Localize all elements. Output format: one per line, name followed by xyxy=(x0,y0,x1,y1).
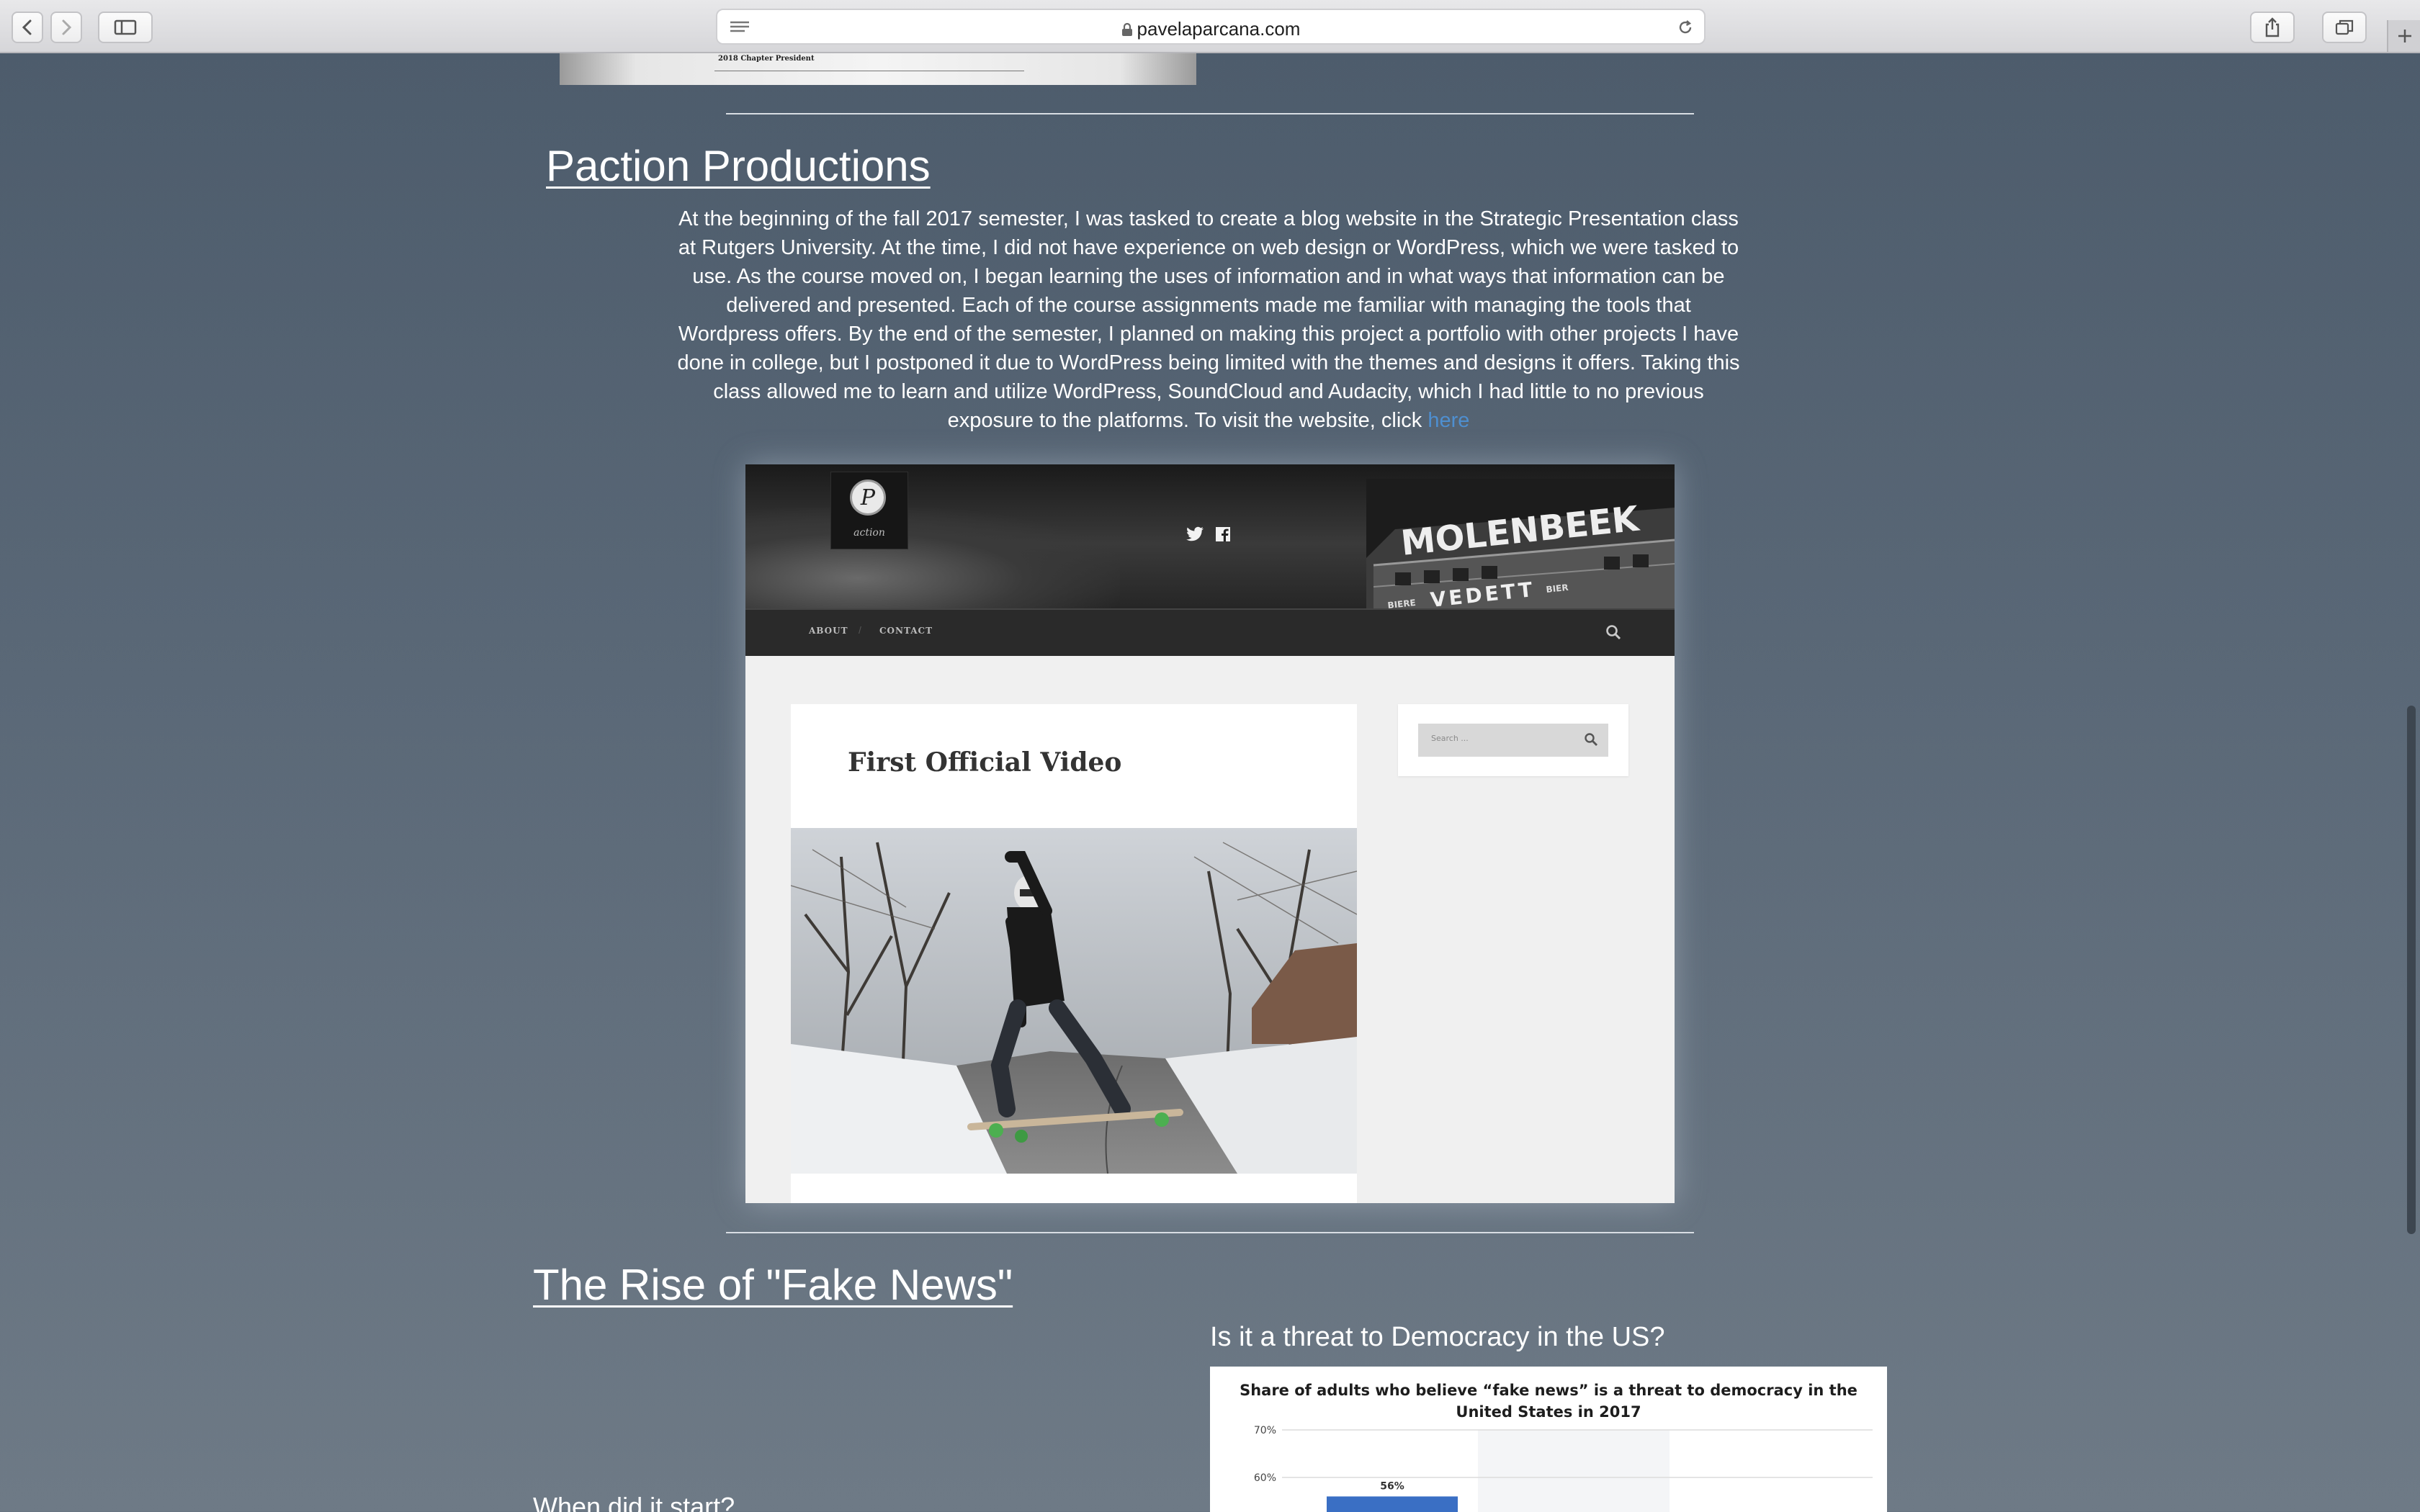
new-tab-button[interactable] xyxy=(2387,20,2420,52)
web-page: 2018 Chapter President Paction Productio… xyxy=(0,53,2420,1512)
post-card: First Official Video xyxy=(791,704,1357,1203)
chart-plot: 70% 60% 56% xyxy=(1254,1425,1873,1512)
fake-news-chart: Share of adults who believe “fake news” … xyxy=(1210,1367,1887,1512)
nav-separator: / xyxy=(859,624,861,636)
when-did-it-start-heading: When did it start? xyxy=(533,1492,735,1512)
chart-column-shade xyxy=(1478,1430,1670,1512)
section-title-paction[interactable]: Paction Productions xyxy=(546,141,931,191)
nav-about[interactable]: ABOUT xyxy=(809,626,848,636)
lock-icon xyxy=(1121,19,1133,42)
tabs-icon xyxy=(2335,19,2354,35)
search-placeholder: Search ... xyxy=(1431,734,1469,743)
sidebar-search-widget: Search ... xyxy=(1398,704,1628,776)
blog-screenshot: P action MOLENBEEK VEDETT BIER BIERE ABO… xyxy=(745,464,1675,1203)
reload-icon[interactable] xyxy=(1677,19,1694,36)
forward-button[interactable] xyxy=(50,12,82,43)
blog-logo: P action xyxy=(830,472,908,549)
plus-icon xyxy=(2398,30,2411,42)
search-icon[interactable] xyxy=(1584,732,1598,747)
chevron-right-icon xyxy=(62,19,72,35)
certificate-caption: 2018 Chapter President xyxy=(718,55,815,63)
facebook-icon[interactable] xyxy=(1215,526,1231,542)
chart-y-tick-label: 60% xyxy=(1254,1472,1276,1484)
section-title-fake-news[interactable]: The Rise of "Fake News" xyxy=(533,1260,1013,1310)
page-scrollbar[interactable] xyxy=(2407,706,2416,1234)
section-divider xyxy=(726,113,1694,114)
url-label: pavelaparcana.com xyxy=(1137,18,1301,40)
section-description: At the beginning of the fall 2017 semest… xyxy=(676,204,1742,435)
post-video-thumbnail[interactable] xyxy=(791,828,1357,1174)
share-icon xyxy=(2265,17,2280,37)
chart-question-heading: Is it a threat to Democracy in the US? xyxy=(1210,1322,1665,1352)
chevron-left-icon xyxy=(22,19,32,35)
sidebar-toggle-button[interactable] xyxy=(98,12,153,43)
sidebar-icon xyxy=(114,19,137,35)
show-tabs-button[interactable] xyxy=(2322,12,2367,43)
nav-contact[interactable]: CONTACT xyxy=(879,626,933,636)
visit-website-link[interactable]: here xyxy=(1428,409,1469,432)
search-icon[interactable] xyxy=(1605,624,1621,640)
blog-header: P action MOLENBEEK VEDETT BIER BIERE xyxy=(745,464,1675,608)
chart-data-label: 56% xyxy=(1380,1480,1404,1492)
blog-nav-bar: ABOUT / CONTACT xyxy=(745,608,1675,656)
logo-emblem: P xyxy=(850,480,886,516)
browser-toolbar: pavelaparcana.com xyxy=(0,0,2420,53)
chart-bar xyxy=(1327,1496,1458,1512)
url-text: pavelaparcana.com xyxy=(717,18,1704,42)
twitter-icon[interactable] xyxy=(1186,526,1205,542)
header-building-photo: MOLENBEEK VEDETT BIER BIERE xyxy=(1366,479,1675,608)
logo-wordmark: action xyxy=(853,527,885,539)
sidebar-search-field[interactable]: Search ... xyxy=(1418,724,1608,757)
section-divider xyxy=(726,1232,1694,1233)
post-title[interactable]: First Official Video xyxy=(848,747,1121,778)
social-icons xyxy=(1186,526,1231,542)
chart-y-tick-label: 70% xyxy=(1254,1425,1276,1436)
certificate-image: 2018 Chapter President xyxy=(560,53,1196,85)
back-button[interactable] xyxy=(12,12,43,43)
share-button[interactable] xyxy=(2250,12,2295,43)
header-clouds xyxy=(745,508,1120,608)
address-bar[interactable]: pavelaparcana.com xyxy=(716,9,1706,45)
description-text: At the beginning of the fall 2017 semest… xyxy=(677,207,1740,432)
